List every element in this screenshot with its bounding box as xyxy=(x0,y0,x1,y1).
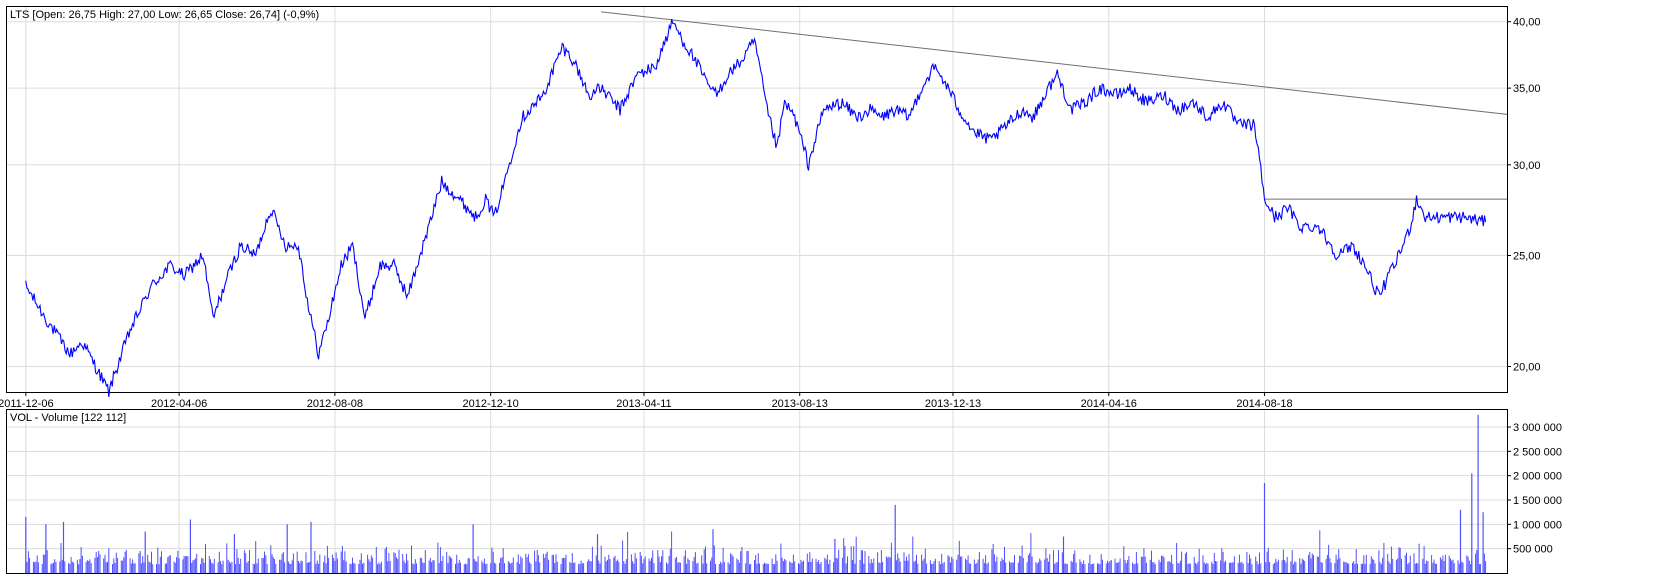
price-x-tick-label: 2013-12-13 xyxy=(925,398,981,410)
volume-grid xyxy=(7,410,1507,573)
price-y-tick-label: 30,00 xyxy=(1513,160,1541,172)
volume-y-tick-label: 500 000 xyxy=(1513,544,1553,556)
price-y-axis: 20,00 25,00 30,00 35,00 40,00 xyxy=(1507,17,1541,373)
price-x-tick-label: 2011-12-06 xyxy=(0,398,54,410)
price-series-line xyxy=(25,18,1487,397)
volume-bars xyxy=(25,414,1487,573)
stock-chart: 20,00 25,00 30,00 35,00 40,00 2011-12-06 2012… xyxy=(0,6,1562,574)
price-trendlines xyxy=(601,11,1508,200)
price-x-tick-label: 2012-04-06 xyxy=(151,398,207,410)
volume-y-tick-label: 1 500 000 xyxy=(1513,495,1562,507)
volume-y-tick-label: 3 000 000 xyxy=(1513,422,1562,434)
price-y-tick-label: 25,00 xyxy=(1513,250,1541,262)
price-x-tick-label: 2012-08-08 xyxy=(307,398,363,410)
price-x-tick-label: 2013-04-11 xyxy=(616,398,671,410)
price-x-axis: 2011-12-06 2012-04-06 2012-08-08 2012-12-10… xyxy=(0,392,1293,410)
price-x-tick-label: 2014-08-18 xyxy=(1236,398,1292,410)
volume-y-tick-label: 2 000 000 xyxy=(1513,471,1562,483)
volume-y-axis: 500 000 1 000 000 1 500 000 2 000 000 2 500 … xyxy=(1507,422,1562,556)
price-y-tick-label: 40,00 xyxy=(1513,17,1541,29)
price-series xyxy=(25,18,1487,397)
price-y-tick-label: 35,00 xyxy=(1513,83,1541,95)
price-panel-header: LTS [Open: 26,75 High: 27,00 Low: 26,65 … xyxy=(10,9,319,21)
volume-y-tick-label: 2 500 000 xyxy=(1513,446,1562,458)
price-x-tick-label: 2013-08-13 xyxy=(772,398,828,410)
price-x-tick-label: 2012-12-10 xyxy=(463,398,519,410)
price-x-tick-label: 2014-04-16 xyxy=(1081,398,1137,410)
volume-panel-header: VOL - Volume [122 112] xyxy=(10,412,126,424)
volume-y-tick-label: 1 000 000 xyxy=(1513,519,1562,531)
price-y-tick-label: 20,00 xyxy=(1513,361,1541,373)
